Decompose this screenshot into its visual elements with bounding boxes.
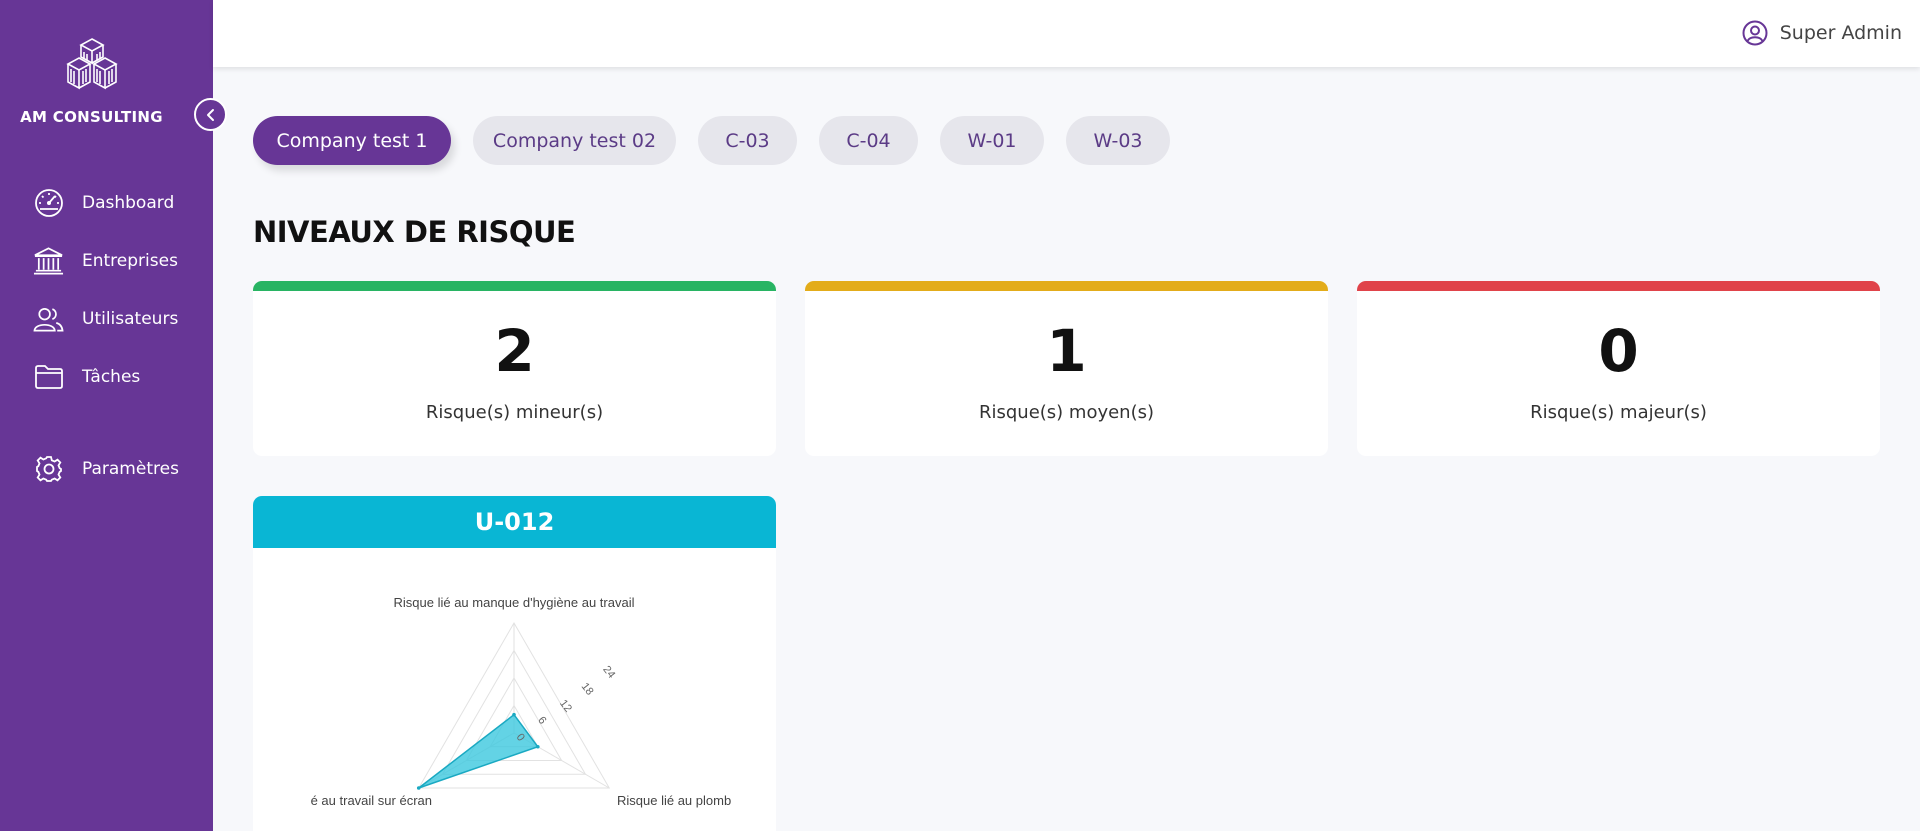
page-title: NIVEAUX DE RISQUE [253,215,576,249]
risk-count: 0 [1598,317,1639,385]
tab-w-01[interactable]: W-01 [940,116,1044,165]
risk-count: 2 [494,317,535,385]
radar-data-point [416,786,421,790]
sidebar-item-label: Tâches [82,367,141,387]
risk-count: 1 [1046,317,1087,385]
user-name: Super Admin [1779,22,1902,44]
risk-label: Risque(s) majeur(s) [1530,402,1707,423]
sidebar-item-utilisateurs[interactable]: Utilisateurs [0,290,213,348]
user-circle-icon [1742,20,1768,46]
tab-c-04[interactable]: C-04 [819,116,918,165]
radar-tick-label: 24 [600,664,617,681]
radar-axis-label: Risque lié au plomb [617,793,731,808]
radar-series-area [418,713,540,789]
tab-company-test-02[interactable]: Company test 02 [473,116,676,165]
users-icon [33,304,64,335]
radar-axis-label: é au travail sur écran [311,793,432,808]
sidebar-item-dashboard[interactable]: Dashboard [0,174,213,232]
radar-data-point [512,712,516,717]
radar-tick-label: 6 [535,715,548,727]
bank-icon [33,246,64,277]
risk-chart-card: U-012 0 6 12 18 24 Risque lié au manque d'hyg… [253,496,776,831]
risk-label: Risque(s) moyen(s) [978,402,1155,423]
sidebar-item-entreprises[interactable]: Entreprises [0,232,213,290]
risk-card-medium: 1 Risque(s) moyen(s) [805,281,1328,456]
sidebar-item-label: Entreprises [82,251,178,271]
risk-card-minor: 2 Risque(s) mineur(s) [253,281,776,456]
sidebar-item-label: Dashboard [82,193,175,213]
brand-name: AM CONSULTING [20,108,163,126]
sidebar-item-taches[interactable]: Tâches [0,348,213,406]
radar-tick-label: 18 [579,681,596,698]
top-bar: Super Admin [213,0,1920,67]
risk-card-major: 0 Risque(s) majeur(s) [1357,281,1880,456]
cubes-building-logo [65,38,118,90]
gear-icon [33,454,64,485]
sidebar-item-parametres[interactable]: Paramètres [0,440,213,498]
brand-logo[interactable]: AM CONSULTING [0,36,183,126]
tab-company-test-1[interactable]: Company test 1 [253,116,451,165]
radar-chart: 06121824Risque lié au manque d'hygiène a… [311,595,732,808]
sidebar: AM CONSULTING Dashboard Entreprises Util… [0,0,213,831]
risk-color-bar [805,281,1328,291]
user-menu[interactable]: Super Admin [1742,20,1902,46]
folder-icon [33,362,64,393]
risk-label: Risque(s) mineur(s) [425,402,604,423]
sidebar-item-label: Utilisateurs [82,309,179,329]
chevron-left-icon [206,108,214,121]
risk-color-bar [1357,281,1880,291]
sidebar-nav: Dashboard Entreprises Utilisateurs Tâche… [0,174,213,498]
tab-w-03[interactable]: W-03 [1066,116,1170,165]
company-tabs: Company test 1 Company test 02 C-03 C-04… [253,116,1192,165]
speedometer-icon [33,188,64,219]
radar-data-point [536,744,540,749]
risk-color-bar [253,281,776,291]
sidebar-item-label: Paramètres [82,459,179,479]
radar-axis-label: Risque lié au manque d'hygiène au travai… [394,595,635,610]
tab-c-03[interactable]: C-03 [698,116,797,165]
sidebar-collapse-button[interactable] [194,98,227,131]
radar-tick-label: 12 [557,698,574,715]
